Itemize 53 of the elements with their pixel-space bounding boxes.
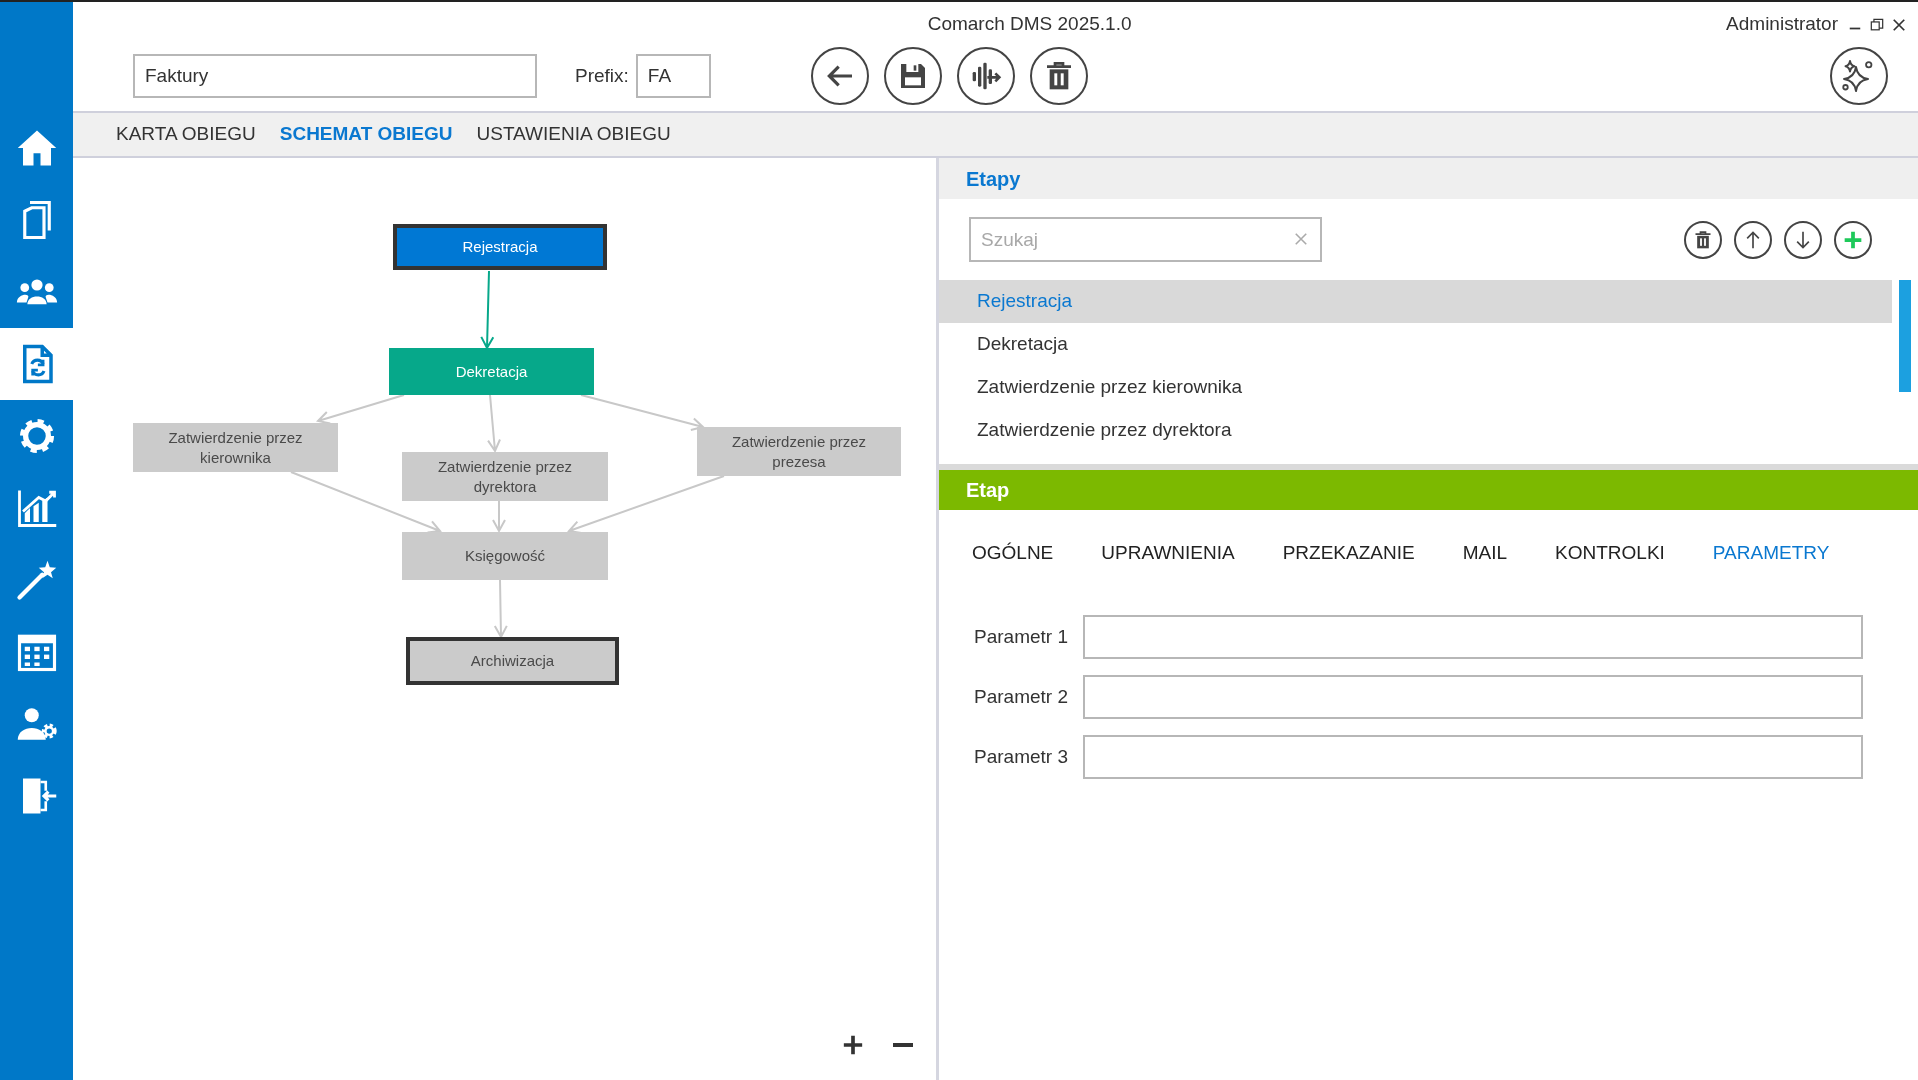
input-field[interactable]: [1083, 735, 1863, 779]
section-title: Etap: [939, 470, 1918, 510]
search-field[interactable]: Szukaj: [969, 217, 1322, 262]
connector-arrow: [487, 394, 501, 454]
input-field[interactable]: [1083, 615, 1863, 659]
prefix-label: Prefix:: [575, 63, 629, 88]
list-item[interactable]: Zatwierdzenie przez dyrektora: [939, 409, 1892, 452]
add-stage-button[interactable]: [1834, 220, 1872, 259]
restore-icon[interactable]: [1870, 17, 1884, 32]
list-item[interactable]: Dekretacja: [939, 323, 1892, 366]
tab[interactable]: OGÓLNE: [972, 539, 1054, 568]
move-down-button[interactable]: [1784, 220, 1822, 259]
tab[interactable]: MAIL: [1462, 539, 1508, 568]
plus-icon: [1843, 229, 1863, 250]
input-field[interactable]: [1083, 675, 1863, 719]
back-button[interactable]: [810, 47, 869, 105]
name-field[interactable]: Faktury: [133, 54, 537, 98]
field-label: Parametr 1: [974, 624, 1069, 649]
field-label: Parametr 2: [974, 684, 1069, 709]
field-label: Parametr 3: [974, 744, 1069, 769]
connector-arrow: [492, 500, 506, 534]
tab[interactable]: PARAMETRY: [1712, 539, 1830, 568]
tab[interactable]: KONTROLKI: [1555, 539, 1665, 568]
diagram-node[interactable]: Zatwierdzenie przez kierownika: [133, 423, 338, 472]
user-name: Administrator: [1726, 12, 1838, 37]
diagram-node[interactable]: Archiwizacja: [406, 637, 619, 685]
tab[interactable]: USTAWIENIA OBIEGU: [476, 120, 671, 149]
trash-icon: [1693, 229, 1713, 250]
delete-button[interactable]: [1029, 47, 1088, 105]
magic-wand-icon: [15, 559, 58, 601]
tab[interactable]: SCHEMAT OBIEGU: [279, 120, 453, 149]
tab[interactable]: KARTA OBIEGU: [116, 120, 256, 149]
list-item[interactable]: Zatwierdzenie przez kierownika: [939, 366, 1892, 409]
save-button[interactable]: [883, 47, 942, 105]
scrollbar-thumb[interactable]: [1899, 280, 1911, 392]
minus-icon: [893, 1043, 913, 1047]
window-title: Comarch DMS 2025.1.0: [927, 12, 1132, 37]
tab[interactable]: PRZEKAZANIE: [1282, 539, 1415, 568]
diagram-node[interactable]: Rejestracja: [393, 224, 607, 270]
assistant-button[interactable]: [1830, 47, 1888, 105]
move-up-button[interactable]: [1734, 220, 1772, 259]
close-icon[interactable]: [1892, 17, 1906, 32]
diagram-node[interactable]: Zatwierdzenie przez prezesa: [697, 427, 901, 476]
tab[interactable]: UPRAWNIENIA: [1101, 539, 1235, 568]
plus-icon: [842, 1034, 864, 1056]
process-button[interactable]: [956, 47, 1015, 105]
diagram-node[interactable]: Księgowość: [402, 532, 608, 580]
panel-title: Etapy: [939, 158, 1918, 199]
diagram-node[interactable]: Zatwierdzenie przez dyrektora: [402, 452, 608, 501]
sidebar-item[interactable]: [0, 328, 73, 400]
prefix-field[interactable]: FA: [635, 54, 711, 98]
connector-arrow: [493, 579, 508, 640]
delete-stage-button[interactable]: [1684, 220, 1722, 259]
